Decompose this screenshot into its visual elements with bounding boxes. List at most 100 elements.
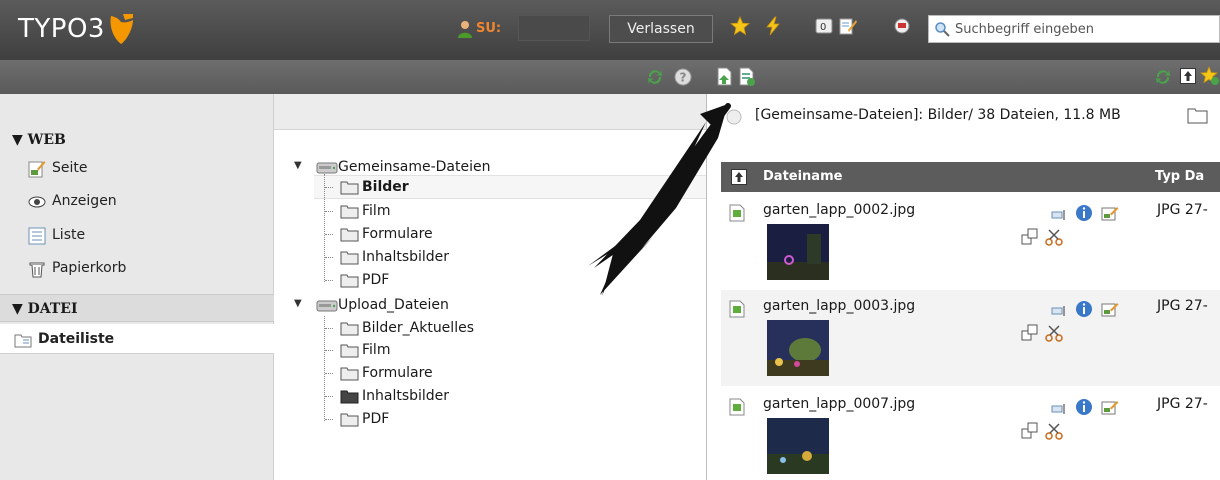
file-actions bbox=[1051, 398, 1119, 420]
upload-file-icon[interactable] bbox=[716, 67, 734, 87]
search-input[interactable] bbox=[955, 19, 1215, 39]
rename-icon[interactable] bbox=[1051, 304, 1067, 318]
folder-icon bbox=[340, 181, 359, 195]
module-section-datei[interactable]: ▼ DATEI bbox=[0, 294, 274, 322]
storage-icon bbox=[726, 109, 742, 125]
tree-label: Upload_Dateien bbox=[338, 297, 449, 313]
file-thumbnail[interactable] bbox=[767, 418, 829, 474]
current-path: [Gemeinsame-Dateien]: Bilder/ 38 Dateien… bbox=[755, 107, 1121, 123]
column-header-type-label: Typ bbox=[1155, 169, 1181, 184]
file-actions bbox=[1051, 204, 1119, 226]
edit-metadata-icon[interactable] bbox=[1101, 400, 1119, 416]
module-item-label: Papierkorb bbox=[52, 260, 127, 276]
eye-icon bbox=[28, 196, 46, 208]
level-up-icon[interactable] bbox=[731, 169, 747, 185]
new-file-icon[interactable] bbox=[738, 67, 756, 87]
tree-line bbox=[325, 257, 333, 258]
file-row[interactable]: garten_lapp_0003.jpg JPG 27- bbox=[721, 290, 1220, 386]
edit-metadata-icon[interactable] bbox=[1101, 302, 1119, 318]
tree-label: Gemeinsame-Dateien bbox=[338, 159, 491, 175]
folder-tree-header bbox=[274, 94, 706, 130]
tree-line bbox=[325, 373, 333, 374]
refresh-list-icon[interactable] bbox=[1154, 68, 1172, 86]
image-file-icon bbox=[729, 300, 745, 318]
file-name[interactable]: garten_lapp_0003.jpg bbox=[763, 298, 915, 314]
workspace-counter-icon[interactable]: 0 bbox=[815, 16, 837, 36]
file-thumbnail[interactable] bbox=[767, 224, 829, 280]
tree-line bbox=[325, 419, 333, 420]
tree-label: Inhaltsbilder bbox=[362, 249, 450, 265]
file-type: JPG bbox=[1157, 298, 1181, 314]
file-actions-secondary bbox=[1021, 324, 1063, 346]
shortcut-cup-icon[interactable] bbox=[893, 16, 913, 36]
copy-icon[interactable] bbox=[1021, 324, 1039, 342]
file-actions bbox=[1051, 300, 1119, 322]
add-bookmark-icon[interactable] bbox=[1200, 66, 1220, 86]
info-icon[interactable] bbox=[1075, 398, 1093, 416]
clear-cache-flash-icon[interactable] bbox=[763, 16, 783, 36]
cut-scissors-icon[interactable] bbox=[1045, 324, 1063, 342]
file-name[interactable]: garten_lapp_0007.jpg bbox=[763, 396, 915, 412]
copy-icon[interactable] bbox=[1021, 422, 1039, 440]
file-actions-secondary bbox=[1021, 228, 1063, 250]
list-icon bbox=[28, 227, 46, 245]
tree-label: PDF bbox=[362, 411, 390, 427]
svg-text:0: 0 bbox=[820, 22, 826, 33]
folder-icon bbox=[340, 390, 359, 404]
file-date: 27- bbox=[1184, 396, 1208, 412]
tree-label: Inhaltsbilder bbox=[362, 388, 450, 404]
search-box[interactable] bbox=[928, 15, 1220, 43]
info-icon[interactable] bbox=[1075, 204, 1093, 222]
top-bar: TYPO3 SU: Verlassen 0 bbox=[0, 0, 1220, 60]
page-edit-icon bbox=[28, 161, 46, 178]
switched-user-field bbox=[518, 15, 590, 41]
module-item-label: Seite bbox=[52, 160, 88, 176]
file-thumbnail[interactable] bbox=[767, 320, 829, 376]
typo3-logo-text[interactable]: TYPO3 bbox=[18, 14, 105, 44]
file-row[interactable]: garten_lapp_0002.jpg JPG 27- bbox=[721, 194, 1220, 290]
image-file-icon bbox=[729, 204, 745, 222]
typo3-logo-icon[interactable] bbox=[107, 12, 135, 46]
refresh-tree-icon[interactable] bbox=[646, 68, 664, 86]
tree-label: Bilder bbox=[362, 179, 409, 195]
trash-icon bbox=[29, 262, 45, 278]
tree-label: PDF bbox=[362, 272, 390, 288]
file-row[interactable]: garten_lapp_0007.jpg JPG 27- bbox=[721, 388, 1220, 480]
rename-icon[interactable] bbox=[1051, 208, 1067, 222]
tree-collapse-toggle[interactable]: ▼ bbox=[294, 298, 302, 309]
module-menu: ▼ WEB Seite Anzeigen Liste Papierkorb ▼ … bbox=[0, 94, 274, 480]
module-section-web[interactable]: ▼ WEB bbox=[0, 126, 274, 154]
folder-icon bbox=[340, 413, 359, 427]
cut-scissors-icon[interactable] bbox=[1045, 422, 1063, 440]
switch-user-label: SU: bbox=[476, 21, 502, 36]
filelist-icon bbox=[14, 334, 32, 348]
file-list-panel: [Gemeinsame-Dateien]: Bilder/ 38 Dateien… bbox=[706, 94, 1220, 480]
image-file-icon bbox=[729, 398, 745, 416]
help-icon[interactable]: ? bbox=[674, 68, 692, 86]
docheader-bar: ? bbox=[0, 60, 1220, 94]
level-up-icon[interactable] bbox=[1180, 68, 1196, 84]
file-type-date: JPG 27- bbox=[1157, 396, 1208, 412]
module-item-label: Dateiliste bbox=[38, 331, 115, 347]
svg-text:?: ? bbox=[680, 71, 687, 85]
info-icon[interactable] bbox=[1075, 300, 1093, 318]
bookmarks-star-icon[interactable] bbox=[730, 16, 750, 36]
tree-line bbox=[325, 187, 333, 188]
file-date: 27- bbox=[1184, 298, 1208, 314]
leave-switch-user-button[interactable]: Verlassen bbox=[609, 15, 713, 43]
copy-icon[interactable] bbox=[1021, 228, 1039, 246]
column-header-date-label: Da bbox=[1184, 169, 1205, 184]
column-header-filename[interactable]: Dateiname bbox=[763, 169, 842, 184]
edit-metadata-icon[interactable] bbox=[1101, 206, 1119, 222]
folder-icon bbox=[340, 251, 359, 265]
folder-tree-panel: ▼ Gemeinsame-Dateien Bilder Film Formula… bbox=[274, 94, 706, 480]
rename-icon[interactable] bbox=[1051, 402, 1067, 416]
file-name[interactable]: garten_lapp_0002.jpg bbox=[763, 202, 915, 218]
folder-icon[interactable] bbox=[1187, 106, 1209, 124]
edit-note-icon[interactable] bbox=[838, 16, 858, 36]
tree-collapse-toggle[interactable]: ▼ bbox=[294, 160, 302, 171]
cut-scissors-icon[interactable] bbox=[1045, 228, 1063, 246]
column-header-type[interactable]: Typ Da bbox=[1155, 169, 1204, 184]
tree-label: Formulare bbox=[362, 226, 433, 242]
tree-label: Bilder_Aktuelles bbox=[362, 320, 474, 336]
